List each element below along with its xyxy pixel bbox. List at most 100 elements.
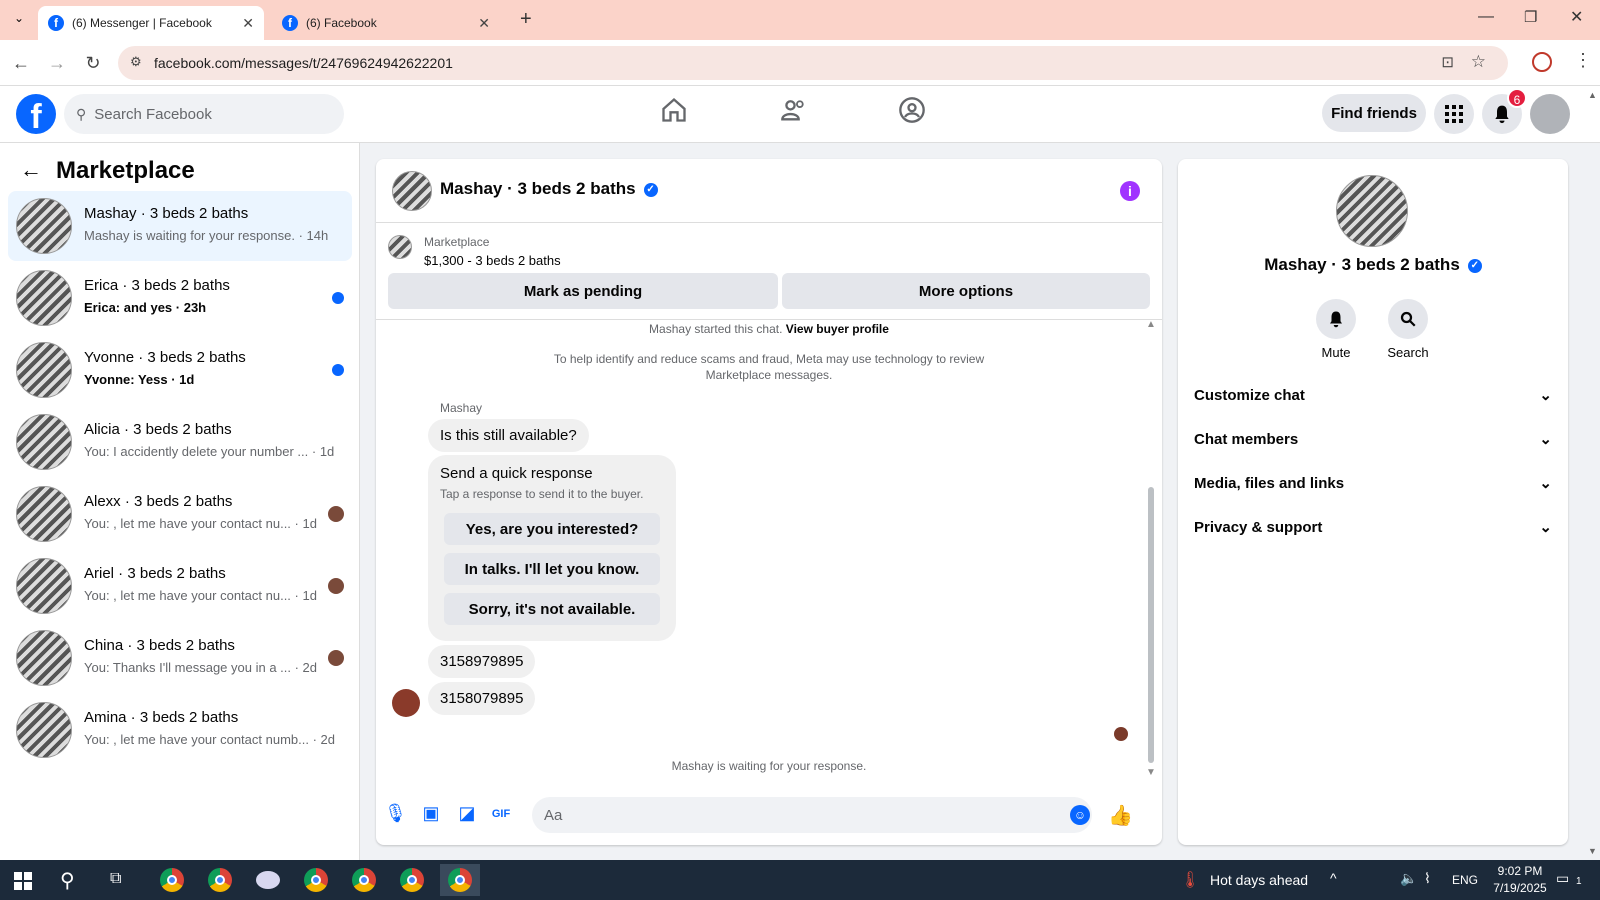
tab-search-icon[interactable]: ⌄ [10, 11, 28, 29]
back-arrow-icon[interactable]: ← [20, 157, 42, 183]
unread-dot-icon [332, 292, 344, 304]
message-input[interactable]: Aa [532, 797, 1092, 833]
groups-icon[interactable] [892, 96, 932, 132]
listing-price[interactable]: $1,300 - 3 beds 2 baths [424, 253, 561, 268]
tab-label: (6) Facebook [306, 16, 377, 30]
conversation-item[interactable]: Amina · 3 beds 2 baths You: , let me have… [8, 695, 352, 765]
details-avatar[interactable] [1336, 175, 1408, 247]
conversation-item[interactable]: Erica · 3 beds 2 baths Erica: and yes · 2… [8, 263, 352, 333]
chat-avatar[interactable] [392, 171, 432, 211]
chrome-taskbar-icon[interactable] [344, 864, 384, 896]
message-composer: 🎙 ▣ ◪ GIF Aa ☺ 👍 [376, 785, 1162, 845]
mute-button[interactable] [1316, 299, 1356, 339]
media-files-links-section[interactable]: Media, files and links ⌄ [1194, 463, 1552, 503]
clock-date[interactable]: 7/19/2025 [1490, 881, 1550, 895]
message-bubble[interactable]: Is this still available? [428, 419, 589, 452]
listing-thumbnail[interactable] [388, 235, 412, 259]
quick-response-talks-button[interactable]: In talks. I'll let you know. [444, 553, 660, 585]
facebook-logo-icon[interactable]: f [16, 94, 56, 134]
chat-members-section[interactable]: Chat members ⌄ [1194, 419, 1552, 459]
chrome-taskbar-icon[interactable] [392, 864, 432, 896]
quick-response-sorry-button[interactable]: Sorry, it's not available. [444, 593, 660, 625]
start-icon[interactable] [14, 872, 32, 890]
search-label: Search [1387, 345, 1429, 360]
mark-as-pending-button[interactable]: Mark as pending [388, 273, 778, 309]
browser-tab-bar: ⌄ f (6) Messenger | Facebook ✕ f (6) Fac… [0, 0, 1600, 40]
conversation-item[interactable]: Yvonne · 3 beds 2 baths Yvonne: Yess · 1d [8, 335, 352, 405]
like-thumb-icon[interactable]: 👍 [1108, 803, 1133, 827]
profile-icon[interactable] [1532, 52, 1552, 72]
url-field[interactable]: ⚙ facebook.com/messages/t/24769624942622… [118, 46, 1508, 80]
chat-scrollbar[interactable] [1148, 487, 1154, 763]
search-in-chat-button[interactable] [1388, 299, 1428, 339]
conversation-item[interactable]: Alicia · 3 beds 2 baths You: I accidently… [8, 407, 352, 477]
close-tab-icon[interactable]: ✕ [242, 15, 254, 32]
network-icon[interactable]: ⌇ [1424, 870, 1431, 887]
clock-time[interactable]: 9:02 PM [1490, 864, 1550, 878]
section-label: Privacy & support [1194, 518, 1323, 536]
volume-icon[interactable]: 🔈 [1400, 870, 1417, 887]
chrome-taskbar-icon[interactable] [200, 864, 240, 896]
account-avatar[interactable] [1530, 94, 1570, 134]
sender-avatar[interactable] [392, 689, 420, 717]
close-window-icon[interactable]: ✕ [1570, 7, 1583, 27]
more-options-button[interactable]: More options [782, 273, 1150, 309]
chat-title[interactable]: Mashay · 3 beds 2 baths ✓ [440, 179, 658, 199]
chrome-taskbar-icon[interactable] [440, 864, 480, 896]
app-taskbar-icon[interactable] [248, 864, 288, 896]
page-scroll-up-icon[interactable]: ▲ [1588, 90, 1597, 100]
bookmark-star-icon[interactable]: ☆ [1471, 52, 1486, 72]
conversation-item[interactable]: Ariel · 3 beds 2 baths You: , let me have… [8, 551, 352, 621]
divider [376, 319, 1162, 320]
sticker-icon[interactable]: ◪ [456, 803, 478, 825]
page-scroll-down-icon[interactable]: ▼ [1588, 846, 1597, 856]
message-bubble[interactable]: 3158979895 [428, 645, 536, 678]
tab-messenger[interactable]: f (6) Messenger | Facebook ✕ [38, 6, 264, 40]
emoji-icon[interactable]: ☺ [1070, 805, 1090, 825]
scroll-up-icon[interactable]: ▲ [1146, 319, 1156, 330]
weather-text[interactable]: Hot days ahead [1210, 872, 1308, 888]
conversation-preview: Erica: and yes · 23h [84, 300, 207, 315]
notification-center-icon[interactable]: ▭ [1556, 870, 1569, 887]
friends-icon[interactable] [774, 96, 814, 132]
photo-icon[interactable]: ▣ [420, 803, 442, 825]
conversation-item[interactable]: China · 3 beds 2 baths You: Thanks I'll m… [8, 623, 352, 693]
conversation-preview: You: I accidently delete your number ...… [84, 444, 335, 459]
microphone-icon[interactable]: 🎙 [384, 803, 407, 825]
quick-response-yes-button[interactable]: Yes, are you interested? [444, 513, 660, 545]
message-bubble[interactable]: 3158079895 [428, 682, 536, 715]
tab-facebook[interactable]: f (6) Facebook ✕ [272, 6, 500, 40]
search-icon[interactable]: ⚲ [60, 868, 75, 893]
facebook-search-input[interactable]: ⚲ Search Facebook [64, 94, 344, 134]
scroll-down-icon[interactable]: ▼ [1146, 767, 1156, 778]
privacy-support-section[interactable]: Privacy & support ⌄ [1194, 507, 1552, 547]
find-friends-button[interactable]: Find friends [1322, 94, 1426, 132]
conversation-item[interactable]: Mashay · 3 beds 2 baths Mashay is waiting… [8, 191, 352, 261]
reload-icon[interactable]: ↻ [82, 52, 104, 74]
menu-kebab-icon[interactable]: ⋮ [1574, 50, 1592, 71]
install-icon[interactable]: ⊡ [1441, 53, 1454, 71]
home-icon[interactable] [654, 96, 694, 132]
tab-label: (6) Messenger | Facebook [72, 16, 212, 30]
view-buyer-profile-link[interactable]: View buyer profile [786, 322, 889, 336]
thermometer-icon[interactable]: 🌡 [1180, 870, 1200, 890]
minimize-icon[interactable]: — [1478, 8, 1494, 26]
back-icon[interactable]: ← [10, 52, 32, 74]
restore-icon[interactable]: ❐ [1524, 8, 1537, 26]
notification-center-count: 1 [1576, 876, 1582, 887]
menu-grid-icon[interactable] [1434, 94, 1474, 134]
language-indicator[interactable]: ENG [1452, 873, 1478, 887]
customize-chat-section[interactable]: Customize chat ⌄ [1194, 375, 1552, 415]
site-info-icon[interactable]: ⚙ [130, 54, 142, 70]
tray-chevron-icon[interactable]: ^ [1330, 870, 1337, 886]
forward-icon[interactable]: → [46, 52, 68, 74]
chrome-taskbar-icon[interactable] [296, 864, 336, 896]
new-tab-icon[interactable]: + [520, 8, 532, 31]
task-view-icon[interactable]: ⧉ [110, 870, 121, 888]
conversation-item[interactable]: Alexx · 3 beds 2 baths You: , let me have… [8, 479, 352, 549]
info-icon[interactable]: i [1120, 181, 1140, 201]
gif-icon[interactable]: GIF [490, 803, 512, 825]
close-tab-icon[interactable]: ✕ [478, 15, 490, 32]
chrome-taskbar-icon[interactable] [152, 864, 192, 896]
conversation-avatar [16, 342, 72, 398]
